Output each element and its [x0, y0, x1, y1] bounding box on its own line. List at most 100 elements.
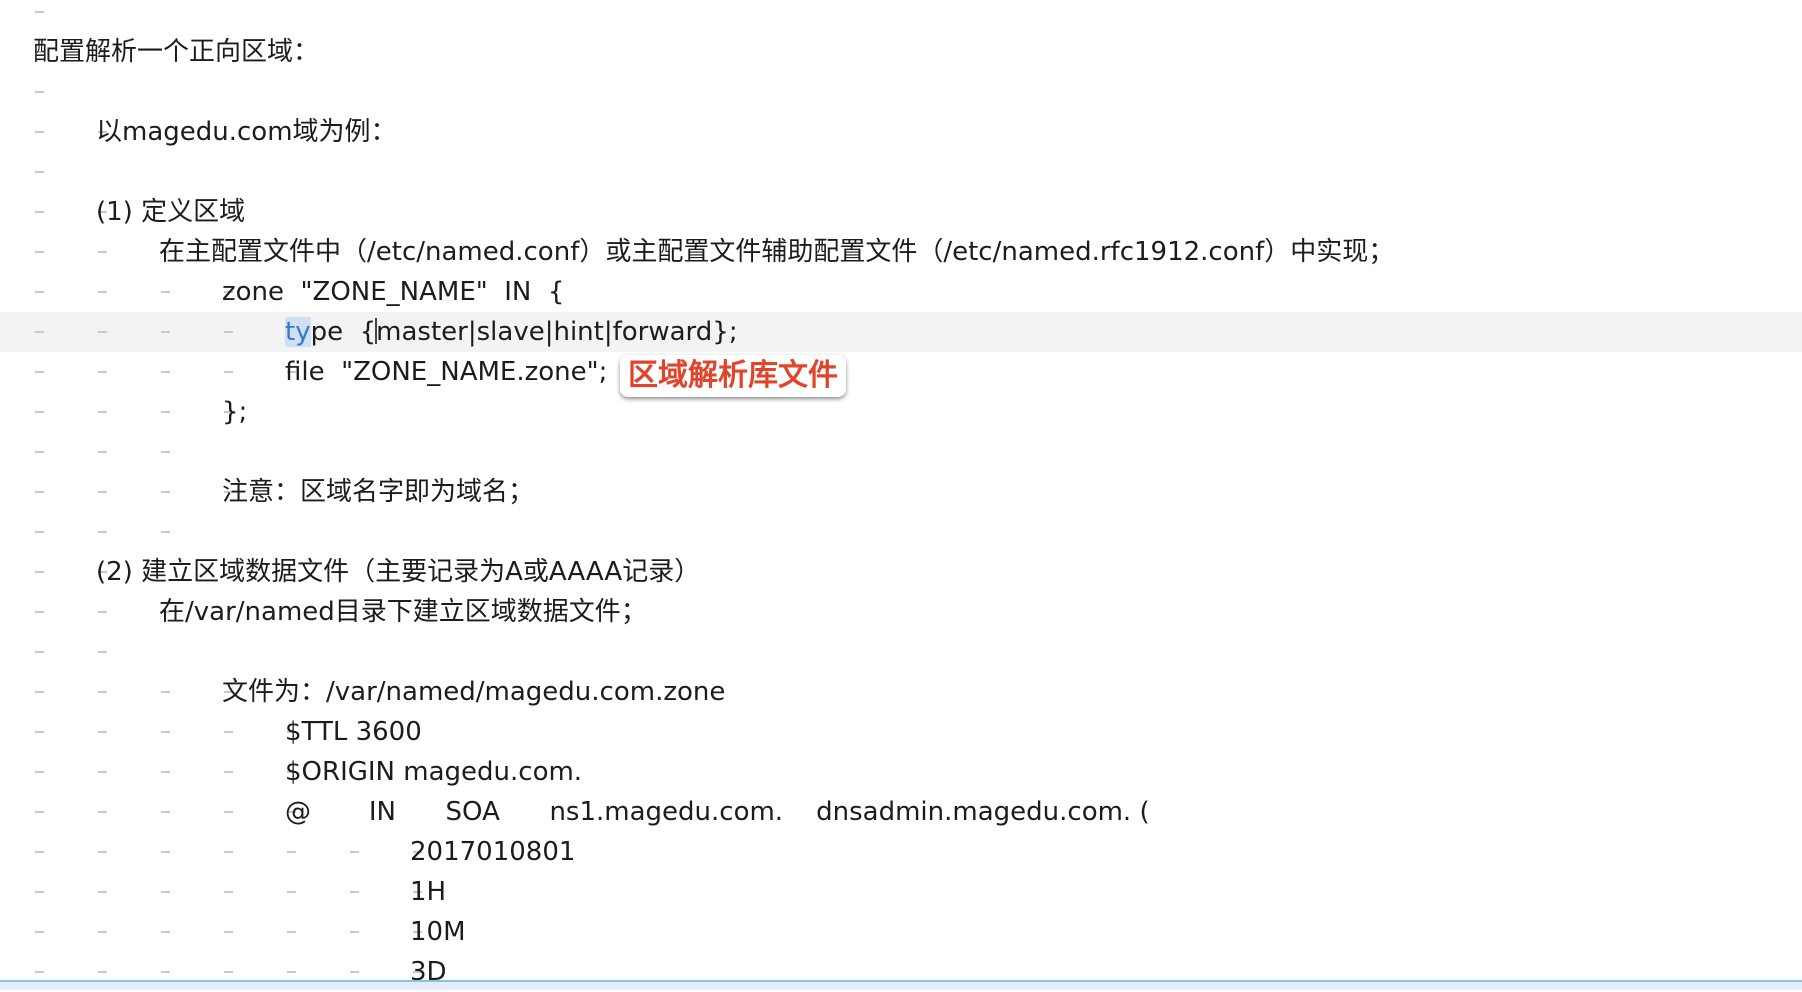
indent-guide-marker	[287, 891, 296, 893]
indent-guide-marker	[35, 251, 44, 253]
indent-guide-marker	[161, 331, 170, 333]
editor-line[interactable]: @ IN SOA ns1.magedu.com. dnsadmin.magedu…	[0, 792, 1802, 832]
editor-line[interactable]: 1H	[0, 872, 1802, 912]
editor-line[interactable]	[0, 152, 1802, 192]
editor-line[interactable]	[0, 72, 1802, 112]
indent-guide-marker	[224, 931, 233, 933]
editor-line[interactable]: 注意：区域名字即为域名；	[0, 472, 1802, 512]
indent-guide-marker	[161, 891, 170, 893]
indent-guide-marker	[98, 891, 107, 893]
indent-guide-marker	[35, 451, 44, 453]
indent-guide-marker	[161, 851, 170, 853]
editor-line[interactable]: 以magedu.com域为例：	[0, 112, 1802, 152]
indent-guide-marker	[287, 851, 296, 853]
indent-guide-marker	[35, 971, 44, 973]
indent-guide-marker	[35, 731, 44, 733]
indent-guide-marker	[35, 491, 44, 493]
indent-guide-marker	[35, 771, 44, 773]
indent-guide-marker	[224, 371, 233, 373]
indent-guide-marker	[35, 891, 44, 893]
text-cursor	[375, 318, 378, 344]
indent-guide-marker	[98, 291, 107, 293]
indent-guide-marker	[350, 891, 359, 893]
indent-guide-marker	[224, 811, 233, 813]
text-selection: ty	[285, 317, 311, 347]
indent-guide-marker	[98, 411, 107, 413]
editor-line[interactable]	[0, 632, 1802, 672]
line-text: 10M	[410, 917, 466, 947]
indent-guide-marker	[98, 491, 107, 493]
indent-guide-marker	[161, 371, 170, 373]
line-text: 在主配置文件中（/etc/named.conf）或主配置文件辅助配置文件（/et…	[159, 237, 1395, 267]
indent-guide-marker	[161, 931, 170, 933]
indent-guide-marker	[161, 691, 170, 693]
editor-line[interactable]: (2) 建立区域数据文件（主要记录为A或AAAA记录）	[0, 552, 1802, 592]
indent-guide-marker	[35, 811, 44, 813]
line-text: 在/var/named目录下建立区域数据文件；	[159, 597, 647, 627]
line-text: (1) 定义区域	[96, 197, 246, 227]
editor-line[interactable]: zone "ZONE_NAME" IN {	[0, 272, 1802, 312]
indent-guide-marker	[35, 611, 44, 613]
editor-line[interactable]: 在主配置文件中（/etc/named.conf）或主配置文件辅助配置文件（/et…	[0, 232, 1802, 272]
indent-guide-marker	[98, 611, 107, 613]
indent-guide-marker	[98, 931, 107, 933]
indent-guide-marker	[350, 971, 359, 973]
line-text: 配置解析一个正向区域：	[33, 37, 320, 67]
indent-guide-marker	[224, 851, 233, 853]
line-text: type {master|slave|hint|forward};	[285, 317, 738, 347]
indent-guide-marker	[98, 331, 107, 333]
indent-guide-marker	[224, 971, 233, 973]
indent-guide-marker	[98, 531, 107, 533]
editor-line[interactable]	[0, 0, 1802, 32]
indent-guide-marker	[224, 771, 233, 773]
editor-line[interactable]	[0, 512, 1802, 552]
line-text: 以magedu.com域为例：	[96, 117, 397, 147]
line-text: 1H	[410, 877, 447, 907]
indent-guide-marker	[98, 651, 107, 653]
indent-guide-marker	[224, 331, 233, 333]
line-text: (2) 建立区域数据文件（主要记录为A或AAAA记录）	[96, 557, 701, 587]
editor-line[interactable]	[0, 432, 1802, 472]
text-editor[interactable]: 配置解析一个正向区域： 以magedu.com域为例： (1) 定义区域在主配置文件…	[0, 0, 1802, 987]
line-text: };	[222, 397, 248, 427]
indent-guide-marker	[35, 11, 44, 13]
indent-guide-marker	[224, 891, 233, 893]
editor-line[interactable]: $ORIGIN magedu.com.	[0, 752, 1802, 792]
editor-line[interactable]: $TTL 3600	[0, 712, 1802, 752]
indent-guide-marker	[35, 171, 44, 173]
indent-guide-marker	[161, 491, 170, 493]
indent-guide-marker	[35, 571, 44, 573]
editor-line[interactable]: 文件为：/var/named/magedu.com.zone	[0, 672, 1802, 712]
line-text: zone "ZONE_NAME" IN {	[222, 277, 565, 307]
indent-guide-marker	[35, 651, 44, 653]
indent-guide-marker	[98, 971, 107, 973]
indent-guide-marker	[161, 731, 170, 733]
indent-guide-marker	[98, 451, 107, 453]
indent-guide-marker	[98, 851, 107, 853]
indent-guide-marker	[98, 371, 107, 373]
indent-guide-marker	[35, 131, 44, 133]
indent-guide-marker	[224, 731, 233, 733]
editor-line[interactable]: 配置解析一个正向区域：	[0, 32, 1802, 72]
indent-guide-marker	[98, 731, 107, 733]
line-text: 文件为：/var/named/magedu.com.zone	[222, 677, 726, 707]
horizontal-scrollbar[interactable]	[0, 980, 1802, 990]
indent-guide-marker	[35, 331, 44, 333]
indent-guide-marker	[161, 771, 170, 773]
line-text: 2017010801	[410, 837, 576, 867]
editor-line[interactable]: type {master|slave|hint|forward};	[0, 312, 1802, 352]
indent-guide-marker	[161, 291, 170, 293]
indent-guide-marker	[98, 811, 107, 813]
indent-guide-marker	[35, 411, 44, 413]
editor-line[interactable]: 2017010801	[0, 832, 1802, 872]
line-text: @ IN SOA ns1.magedu.com. dnsadmin.magedu…	[285, 797, 1150, 827]
indent-guide-marker	[98, 691, 107, 693]
indent-guide-marker	[350, 851, 359, 853]
indent-guide-marker	[98, 771, 107, 773]
editor-line[interactable]: 在/var/named目录下建立区域数据文件；	[0, 592, 1802, 632]
editor-line[interactable]: };	[0, 392, 1802, 432]
editor-line[interactable]: file "ZONE_NAME.zone";	[0, 352, 1802, 392]
indent-guide-marker	[161, 811, 170, 813]
editor-line[interactable]: (1) 定义区域	[0, 192, 1802, 232]
editor-line[interactable]: 10M	[0, 912, 1802, 952]
